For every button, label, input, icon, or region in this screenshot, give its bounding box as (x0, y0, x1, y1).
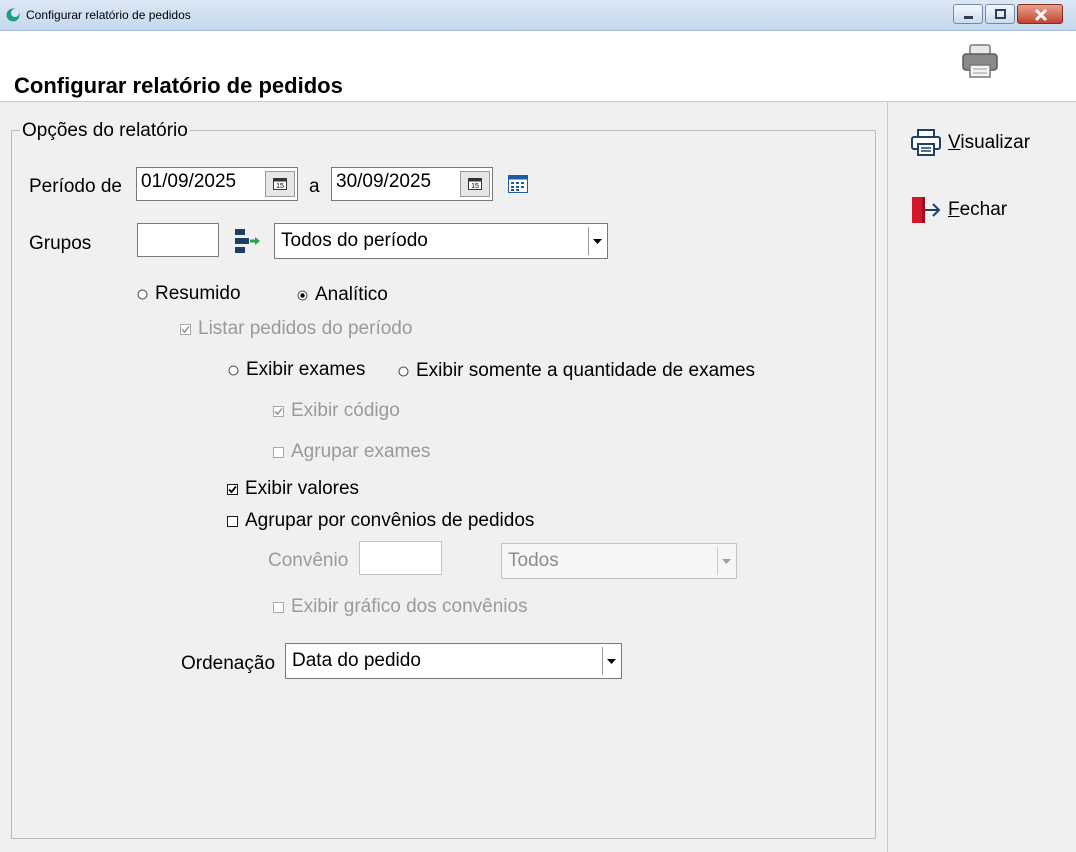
convenio-label: Convênio (268, 550, 349, 571)
period-end-value: 30/09/2025 (336, 171, 432, 192)
radio-selected-icon (297, 290, 308, 300)
calendar-icon[interactable]: 15 (265, 171, 295, 197)
exibir-quantidade-radio[interactable]: Exibir somente a quantidade de exames (398, 360, 755, 382)
groups-selected-value: Todos do período (281, 230, 428, 251)
period-calendar-icon[interactable] (508, 175, 528, 193)
checkbox-icon (273, 601, 284, 613)
header: Configurar relatório de pedidos (0, 31, 1076, 102)
checkbox-checked-icon (227, 483, 238, 495)
exibir-exames-radio[interactable]: Exibir exames (228, 359, 365, 381)
radio-icon (137, 289, 148, 299)
period-label: Período de (29, 176, 122, 197)
groups-code-input[interactable] (137, 223, 219, 257)
checkbox-checked-icon (273, 405, 284, 417)
checkbox-checked-icon (180, 323, 191, 335)
groups-label: Grupos (29, 233, 92, 254)
listar-pedidos-checkbox[interactable]: Listar pedidos do período (180, 318, 412, 340)
visualizar-button[interactable]: Visualizar (910, 127, 1030, 159)
mode-resumido-radio[interactable]: Resumido (137, 283, 241, 305)
svg-text:15: 15 (276, 183, 284, 190)
ordenacao-selected-value: Data do pedido (292, 650, 421, 671)
chevron-down-icon[interactable] (602, 647, 619, 675)
mode-resumido-label: Resumido (155, 283, 241, 304)
agrupar-convenios-label: Agrupar por convênios de pedidos (245, 510, 535, 531)
title-bar: Configurar relatório de pedidos (0, 0, 1076, 31)
agrupar-exames-label: Agrupar exames (291, 441, 431, 462)
convenio-select[interactable]: Todos (501, 543, 737, 579)
chevron-down-icon[interactable] (717, 547, 734, 575)
printer-icon[interactable] (960, 41, 1000, 81)
period-start-value: 01/09/2025 (141, 171, 237, 192)
fechar-label: Fechar (948, 199, 1008, 220)
maximize-button[interactable] (985, 4, 1015, 24)
minimize-button[interactable] (953, 4, 983, 24)
mode-analitico-label: Analítico (315, 284, 388, 305)
exibir-quantidade-label: Exibir somente a quantidade de exames (416, 360, 756, 381)
ordenacao-select[interactable]: Data do pedido (285, 643, 622, 679)
exibir-exames-label: Exibir exames (246, 359, 366, 380)
period-end-field[interactable]: 30/09/2025 15 (331, 167, 493, 201)
printer-icon (911, 129, 941, 156)
ordenacao-label: Ordenação (181, 653, 276, 674)
exibir-codigo-label: Exibir código (291, 400, 400, 421)
exit-door-icon (912, 197, 941, 223)
listar-pedidos-label: Listar pedidos do período (198, 318, 413, 339)
exibir-codigo-checkbox[interactable]: Exibir código (273, 400, 400, 422)
grafico-convenios-checkbox[interactable]: Exibir gráfico dos convênios (273, 596, 528, 618)
groups-select[interactable]: Todos do período (274, 223, 608, 259)
actions-panel: Visualizar Fechar (887, 102, 1076, 852)
fechar-button[interactable]: Fechar (910, 194, 1007, 226)
convenio-selected-value: Todos (508, 550, 559, 571)
checkbox-icon (273, 446, 284, 458)
radio-icon (228, 365, 239, 375)
groups-lookup-icon[interactable] (233, 226, 263, 256)
grafico-convenios-label: Exibir gráfico dos convênios (291, 596, 528, 617)
app-icon (6, 8, 20, 22)
mode-analitico-radio[interactable]: Analítico (297, 284, 388, 306)
window-title: Configurar relatório de pedidos (26, 8, 191, 22)
visualizar-label: Visualizar (948, 132, 1031, 153)
agrupar-exames-checkbox[interactable]: Agrupar exames (273, 441, 430, 463)
checkbox-icon (227, 515, 238, 527)
exibir-valores-label: Exibir valores (245, 478, 360, 499)
period-start-field[interactable]: 01/09/2025 15 (136, 167, 298, 201)
radio-icon (398, 366, 409, 376)
close-window-button[interactable] (1017, 4, 1063, 24)
convenio-code-input[interactable] (359, 541, 442, 575)
agrupar-convenios-checkbox[interactable]: Agrupar por convênios de pedidos (227, 510, 534, 532)
period-separator: a (309, 176, 320, 197)
chevron-down-icon[interactable] (588, 227, 605, 255)
svg-text:15: 15 (471, 183, 479, 190)
page-title: Configurar relatório de pedidos (14, 73, 343, 98)
options-group-title: Opções do relatório (20, 120, 190, 142)
calendar-icon[interactable]: 15 (460, 171, 490, 197)
exibir-valores-checkbox[interactable]: Exibir valores (227, 478, 359, 500)
